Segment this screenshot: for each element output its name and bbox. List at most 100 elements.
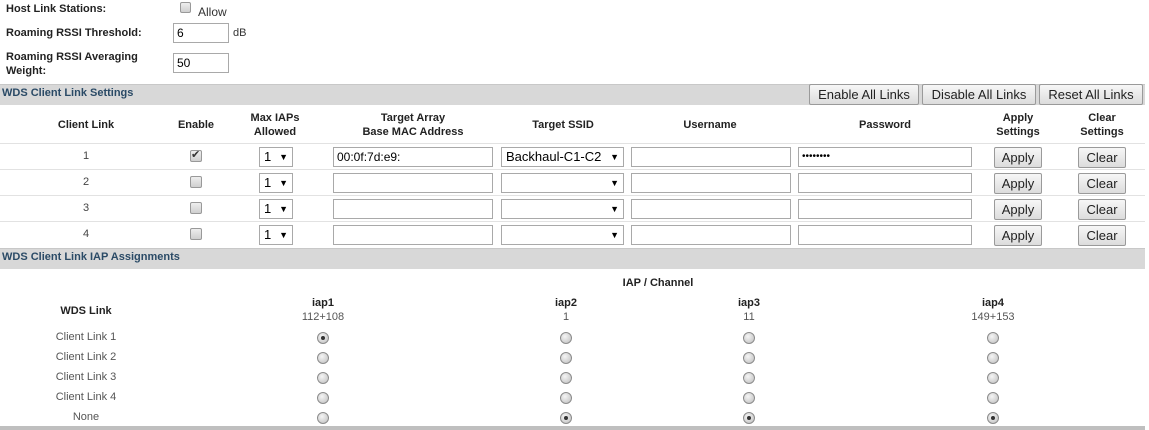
client-link-enable-checkbox[interactable] bbox=[190, 148, 202, 162]
host-link-label: Host Link Stations: bbox=[6, 3, 107, 15]
rssi-threshold-input[interactable] bbox=[173, 23, 229, 43]
iap-name: iap2 bbox=[554, 297, 577, 309]
client-link-enable-checkbox[interactable] bbox=[190, 202, 202, 214]
password-input[interactable] bbox=[798, 173, 972, 193]
iap-channel: 149+153 bbox=[971, 311, 1015, 323]
iap-assignment-radio[interactable] bbox=[317, 332, 329, 344]
iap-assign-section-bar: WDS Client Link IAP Assignments bbox=[0, 248, 1145, 269]
enable-all-links-button[interactable]: Enable All Links bbox=[809, 84, 919, 105]
password-input[interactable]: •••••••• bbox=[798, 147, 972, 167]
iap-channel: 112+108 bbox=[301, 311, 345, 323]
iap-name: iap3 bbox=[737, 297, 760, 309]
iap-channel-header: IAP / Channel bbox=[622, 277, 694, 289]
rssi-weight-input[interactable] bbox=[173, 53, 229, 73]
apply-settings-button[interactable]: Apply bbox=[994, 147, 1042, 168]
chevron-down-icon: ▼ bbox=[610, 230, 619, 240]
clear-settings-button[interactable]: Clear bbox=[1078, 225, 1126, 246]
host-link-allow-checkbox[interactable] bbox=[180, 2, 191, 13]
rssi-weight-label-2: Weight: bbox=[6, 65, 47, 77]
target-mac-input[interactable] bbox=[333, 199, 493, 219]
iap-assignment-radio[interactable] bbox=[743, 372, 755, 384]
wds-link-header: WDS Link bbox=[60, 305, 112, 317]
iap-assignment-radio[interactable] bbox=[743, 352, 755, 364]
iap-assignment-radio[interactable] bbox=[743, 332, 755, 344]
target-mac-input[interactable] bbox=[333, 225, 493, 245]
clear-settings-button[interactable]: Clear bbox=[1078, 147, 1126, 168]
row-divider bbox=[0, 221, 1145, 222]
iap-channel: 11 bbox=[743, 311, 755, 323]
iap-assignment-radio[interactable] bbox=[987, 332, 999, 344]
reset-all-links-button[interactable]: Reset All Links bbox=[1039, 84, 1143, 105]
wds-link-label: None bbox=[72, 411, 100, 423]
target-ssid-select[interactable]: ▼ bbox=[501, 173, 624, 193]
iap-assignment-radio[interactable] bbox=[560, 352, 572, 364]
apply-settings-button[interactable]: Apply bbox=[994, 225, 1042, 246]
wds-client-section-title: WDS Client Link Settings bbox=[2, 87, 134, 99]
header-password: Password bbox=[859, 119, 911, 131]
rssi-threshold-label: Roaming RSSI Threshold: bbox=[6, 27, 142, 39]
iap-assignment-radio[interactable] bbox=[560, 392, 572, 404]
max-iaps-select[interactable]: 1 ▼ bbox=[259, 199, 293, 219]
username-input[interactable] bbox=[631, 225, 791, 245]
iap-assignment-radio[interactable] bbox=[317, 392, 329, 404]
chevron-down-icon: ▼ bbox=[279, 230, 288, 240]
iap-assignment-radio[interactable] bbox=[317, 352, 329, 364]
max-iaps-select[interactable]: 1 ▼ bbox=[259, 225, 293, 245]
header-client-link: Client Link bbox=[57, 119, 115, 131]
iap-assignment-radio[interactable] bbox=[560, 412, 572, 424]
wds-link-label: Client Link 4 bbox=[55, 391, 117, 403]
iap-assignment-radio[interactable] bbox=[987, 352, 999, 364]
iap-assignment-radio[interactable] bbox=[560, 372, 572, 384]
chevron-down-icon: ▼ bbox=[610, 152, 619, 162]
client-link-enable-checkbox[interactable] bbox=[190, 228, 202, 240]
iap-assignment-radio[interactable] bbox=[987, 412, 999, 424]
target-ssid-select[interactable]: Backhaul-C1-C2 ▼ bbox=[501, 147, 624, 167]
chevron-down-icon: ▼ bbox=[279, 152, 288, 162]
iap-name: iap4 bbox=[981, 297, 1004, 309]
username-input[interactable] bbox=[631, 173, 791, 193]
client-link-enable-checkbox[interactable] bbox=[190, 176, 202, 188]
client-link-number: 3 bbox=[82, 202, 90, 214]
header-apply-1: Apply bbox=[1002, 112, 1034, 124]
target-ssid-select[interactable]: ▼ bbox=[501, 199, 624, 219]
target-mac-input[interactable] bbox=[333, 173, 493, 193]
target-ssid-select[interactable]: ▼ bbox=[501, 225, 624, 245]
header-target-array-1: Target Array bbox=[380, 112, 446, 124]
client-link-number: 2 bbox=[82, 176, 90, 188]
iap-assignment-radio[interactable] bbox=[743, 392, 755, 404]
iap-assignment-radio[interactable] bbox=[560, 332, 572, 344]
iap-assignment-radio[interactable] bbox=[317, 372, 329, 384]
header-apply-2: Settings bbox=[996, 126, 1040, 138]
clear-settings-button[interactable]: Clear bbox=[1078, 199, 1126, 220]
iap-assignment-radio[interactable] bbox=[317, 412, 329, 424]
username-input[interactable] bbox=[631, 147, 791, 167]
clear-settings-button[interactable]: Clear bbox=[1078, 173, 1126, 194]
apply-settings-button[interactable]: Apply bbox=[994, 199, 1042, 220]
bottom-border bbox=[0, 426, 1145, 430]
iap-assignment-radio[interactable] bbox=[987, 392, 999, 404]
chevron-down-icon: ▼ bbox=[610, 178, 619, 188]
row-divider bbox=[0, 169, 1145, 170]
client-link-number: 1 bbox=[82, 150, 90, 162]
max-iaps-select[interactable]: 1 ▼ bbox=[259, 173, 293, 193]
row-divider bbox=[0, 143, 1145, 144]
row-divider bbox=[0, 195, 1145, 196]
iap-assignment-radio[interactable] bbox=[987, 372, 999, 384]
roaming-settings: Host Link Stations: Allow Roaming RSSI T… bbox=[0, 0, 1149, 84]
target-mac-input[interactable]: 00:0f:7d:e9: bbox=[333, 147, 493, 167]
chevron-down-icon: ▼ bbox=[610, 204, 619, 214]
max-iaps-select[interactable]: 1 ▼ bbox=[259, 147, 293, 167]
password-input[interactable] bbox=[798, 225, 972, 245]
rssi-weight-label-1: Roaming RSSI Averaging bbox=[6, 51, 138, 63]
chevron-down-icon: ▼ bbox=[279, 204, 288, 214]
chevron-down-icon: ▼ bbox=[279, 178, 288, 188]
header-enable: Enable bbox=[177, 119, 215, 131]
iap-assignment-radio[interactable] bbox=[743, 412, 755, 424]
disable-all-links-button[interactable]: Disable All Links bbox=[922, 84, 1036, 105]
apply-settings-button[interactable]: Apply bbox=[994, 173, 1042, 194]
iap-channel: 1 bbox=[562, 311, 570, 323]
username-input[interactable] bbox=[631, 199, 791, 219]
header-clear-2: Settings bbox=[1080, 126, 1124, 138]
header-username: Username bbox=[683, 119, 737, 131]
password-input[interactable] bbox=[798, 199, 972, 219]
